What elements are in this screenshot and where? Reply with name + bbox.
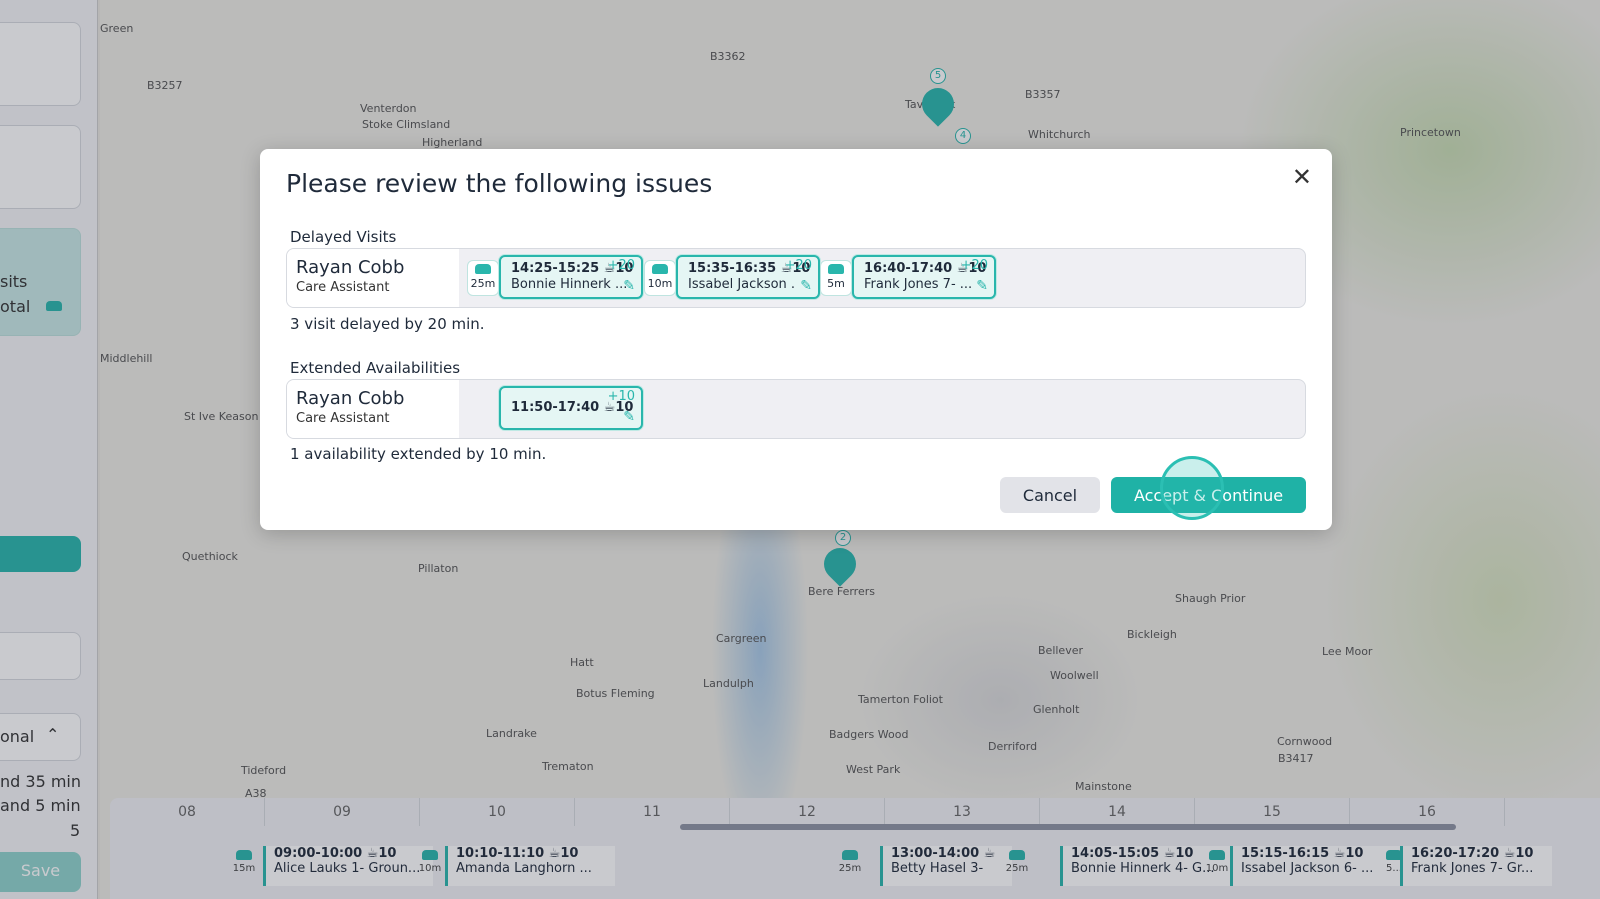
visit-client: Issabel Jackson . — [688, 277, 796, 292]
drive-time: 5m — [820, 260, 852, 296]
edit-icon[interactable]: ✎ — [623, 409, 635, 425]
delay-badge: +20 — [784, 258, 812, 273]
drive-duration: 25m — [470, 277, 496, 290]
review-issues-dialog: Please review the following issues ✕ Del… — [260, 149, 1332, 530]
visit-client: Bonnie Hinnerk ... — [511, 277, 628, 292]
edit-icon[interactable]: ✎ — [623, 278, 635, 294]
car-icon — [475, 264, 491, 274]
drive-duration: 5m — [827, 277, 845, 290]
edit-icon[interactable]: ✎ — [800, 278, 812, 294]
cancel-button[interactable]: Cancel — [1000, 477, 1100, 513]
car-icon — [652, 264, 668, 274]
delayed-note: 3 visit delayed by 20 min. — [290, 315, 485, 333]
extended-availability-row: Rayan Cobb Care Assistant 11:50-17:40 ☕1… — [286, 379, 1306, 439]
extended-note: 1 availability extended by 10 min. — [290, 445, 547, 463]
drive-time: 25m — [467, 260, 499, 296]
accept-continue-button[interactable]: Accept & Continue — [1111, 477, 1306, 513]
extension-badge: +10 — [607, 389, 635, 404]
delay-badge: +20 — [607, 258, 635, 273]
visit-client: Frank Jones 7- ... — [864, 277, 973, 292]
carer-name: Rayan Cobb — [296, 388, 405, 409]
edit-icon[interactable]: ✎ — [976, 278, 988, 294]
close-icon[interactable]: ✕ — [1292, 163, 1312, 191]
delayed-visits-heading: Delayed Visits — [290, 228, 397, 246]
carer-info: Rayan Cobb Care Assistant — [287, 249, 459, 307]
delayed-visit-chip[interactable]: 14:25-15:25 ☕10 Bonnie Hinnerk ... +20 ✎ — [499, 255, 643, 299]
drive-time: 10m — [644, 260, 676, 296]
extended-availabilities-heading: Extended Availabilities — [290, 359, 461, 377]
carer-name: Rayan Cobb — [296, 257, 405, 278]
car-icon — [828, 264, 844, 274]
carer-info: Rayan Cobb Care Assistant — [287, 380, 459, 438]
delayed-visits-row: Rayan Cobb Care Assistant 25m 14:25-15:25… — [286, 248, 1306, 308]
availability-chip[interactable]: 11:50-17:40 ☕10 +10 ✎ — [499, 386, 643, 430]
delayed-visit-chip[interactable]: 15:35-16:35 ☕10 Issabel Jackson . +20 ✎ — [676, 255, 820, 299]
carer-role: Care Assistant — [296, 411, 390, 426]
delayed-visit-chip[interactable]: 16:40-17:40 ☕10 Frank Jones 7- ... +20 ✎ — [852, 255, 996, 299]
delay-badge: +20 — [960, 258, 988, 273]
drive-duration: 10m — [647, 277, 673, 290]
carer-role: Care Assistant — [296, 280, 390, 295]
dialog-title: Please review the following issues — [286, 169, 713, 198]
